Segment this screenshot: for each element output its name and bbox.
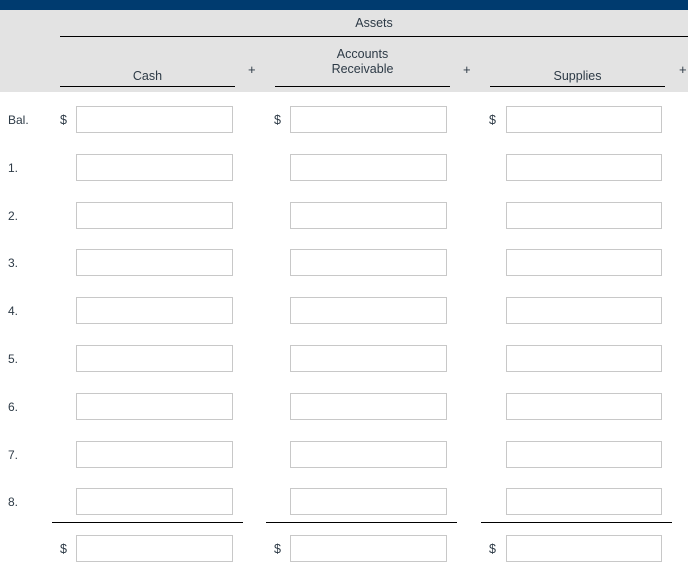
currency-symbol: $	[60, 113, 67, 127]
row-1-input-col0[interactable]	[76, 154, 233, 181]
row-7-input-col2[interactable]	[506, 441, 662, 468]
column-header-0: Cash	[60, 69, 235, 84]
currency-symbol: $	[489, 113, 496, 127]
row-6-input-col2[interactable]	[506, 393, 662, 420]
currency-symbol: $	[274, 542, 281, 556]
row-0-label: Bal.	[8, 113, 29, 127]
row-2-input-col2[interactable]	[506, 202, 662, 229]
row-8-input-col0[interactable]	[76, 488, 233, 515]
row-6-input-col0[interactable]	[76, 393, 233, 420]
row-8-input-col2[interactable]	[506, 488, 662, 515]
row-4-input-col1[interactable]	[290, 297, 447, 324]
row-0-input-col1[interactable]	[290, 106, 447, 133]
row-7-input-col1[interactable]	[290, 441, 447, 468]
row-4-input-col2[interactable]	[506, 297, 662, 324]
total-separator-0	[52, 522, 243, 523]
plus-sign-2: +	[679, 62, 687, 77]
column-header-1: Accounts Receivable	[275, 47, 450, 77]
row-4-label: 4.	[8, 304, 19, 318]
row-6-label: 6.	[8, 400, 19, 414]
currency-symbol: $	[274, 113, 281, 127]
column-header-underline-2	[490, 86, 665, 87]
assets-group-label: Assets	[355, 16, 393, 30]
row-0-input-col2[interactable]	[506, 106, 662, 133]
total-separator-2	[481, 522, 672, 523]
row-4-input-col0[interactable]	[76, 297, 233, 324]
row-5-label: 5.	[8, 352, 19, 366]
plus-sign-0: +	[248, 62, 256, 77]
row-3-input-col2[interactable]	[506, 249, 662, 276]
row-7-input-col0[interactable]	[76, 441, 233, 468]
row-8-input-col1[interactable]	[290, 488, 447, 515]
row-5-input-col0[interactable]	[76, 345, 233, 372]
total-row-input-col1[interactable]	[290, 535, 447, 562]
plus-sign-1: +	[463, 62, 471, 77]
column-header-underline-1	[275, 86, 450, 87]
total-row-input-col2[interactable]	[506, 535, 662, 562]
assets-group-underline	[60, 36, 688, 37]
currency-symbol: $	[489, 542, 496, 556]
top-accent-bar	[0, 0, 688, 10]
row-5-input-col2[interactable]	[506, 345, 662, 372]
row-6-input-col1[interactable]	[290, 393, 447, 420]
row-2-input-col1[interactable]	[290, 202, 447, 229]
column-header-line: Receivable	[331, 62, 394, 76]
column-header-line: Supplies	[553, 69, 602, 83]
row-1-input-col1[interactable]	[290, 154, 447, 181]
row-0-input-col0[interactable]	[76, 106, 233, 133]
row-2-label: 2.	[8, 209, 19, 223]
row-1-label: 1.	[8, 161, 19, 175]
row-2-input-col0[interactable]	[76, 202, 233, 229]
row-1-input-col2[interactable]	[506, 154, 662, 181]
column-header-line: Accounts	[336, 47, 389, 61]
row-7-label: 7.	[8, 448, 19, 462]
total-row-input-col0[interactable]	[76, 535, 233, 562]
column-header-underline-0	[60, 86, 235, 87]
row-3-input-col1[interactable]	[290, 249, 447, 276]
total-separator-1	[266, 522, 457, 523]
row-3-input-col0[interactable]	[76, 249, 233, 276]
row-8-label: 8.	[8, 495, 19, 509]
row-5-input-col1[interactable]	[290, 345, 447, 372]
currency-symbol: $	[60, 542, 67, 556]
column-header-2: Supplies	[490, 69, 665, 84]
column-header-line: Cash	[132, 69, 163, 83]
row-3-label: 3.	[8, 256, 19, 270]
